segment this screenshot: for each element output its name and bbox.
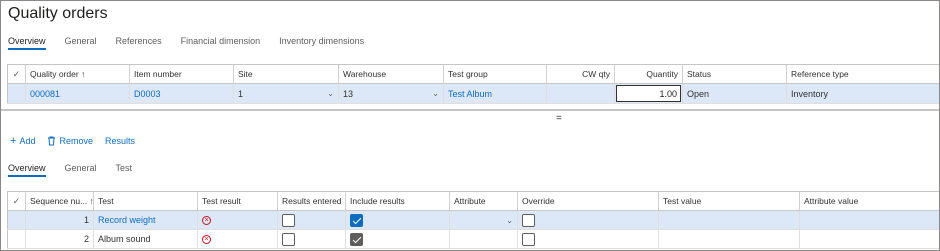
results-entered-checkbox[interactable] [282,213,295,227]
column-attribute-value[interactable]: Attribute value [799,191,939,211]
splitter-handle[interactable]: = [556,113,562,124]
results-entered-cell[interactable] [277,229,346,249]
quantity-cell[interactable] [614,83,683,104]
error-circle-icon: × [202,216,211,226]
test-value-cell[interactable] [658,229,800,249]
column-sequence-number[interactable]: Sequence nu... ↑ [25,191,94,211]
include-results-cell[interactable] [345,210,450,230]
select-all-column[interactable]: ✓ [7,191,26,211]
tab-references[interactable]: References [116,36,162,50]
chevron-down-icon[interactable]: ⌄ [506,216,513,225]
quantity-input[interactable] [616,85,681,102]
top-tabs: Overview General References Financial di… [8,36,383,50]
column-results-entered[interactable]: Results entered [277,191,346,211]
column-test-group[interactable]: Test group [443,64,547,84]
remove-button[interactable]: Remove [47,135,93,147]
column-site[interactable]: Site [233,64,339,84]
column-quality-order[interactable]: Quality order ↑ [25,64,130,84]
column-test[interactable]: Test [93,191,198,211]
select-all-column[interactable]: ✓ [7,64,26,84]
tab-overview[interactable]: Overview [8,36,46,50]
column-warehouse[interactable]: Warehouse [338,64,444,84]
attribute-select[interactable]: ⌄ [449,210,518,230]
line-tabs: Overview General Test [8,163,151,177]
override-cell[interactable] [517,229,659,249]
table-row[interactable]: 000081 D0003 1⌄ 13⌄ Test Album Open Inve… [7,83,939,104]
add-label: Add [19,136,36,146]
trash-icon [48,136,56,146]
tab-line-overview[interactable]: Overview [8,163,46,177]
tab-inventory-dimensions[interactable]: Inventory dimensions [279,36,364,50]
column-cw-qty[interactable]: CW qty [546,64,615,84]
site-value: 1 [238,88,244,99]
quality-orders-grid: ✓ Quality order ↑ Item number Site Wareh… [7,64,939,104]
lines-toolbar: + Add Remove Results [10,135,135,147]
error-circle-icon: × [202,235,211,245]
test-result-cell: × [197,210,278,230]
column-reference-type[interactable]: Reference type [786,64,939,84]
status-cell: Open [682,83,787,104]
site-select[interactable]: 1 ⌄ [233,83,339,104]
column-test-result[interactable]: Test result [197,191,278,211]
column-attribute[interactable]: Attribute [449,191,518,211]
results-entered-cell[interactable] [277,210,346,230]
tab-financial-dimension[interactable]: Financial dimension [181,36,261,50]
chevron-down-icon[interactable]: ⌄ [432,89,439,98]
add-button[interactable]: + Add [10,135,35,147]
test-link[interactable]: Record weight [93,210,198,230]
include-results-checkbox[interactable] [350,213,363,227]
column-status[interactable]: Status [682,64,787,84]
include-results-cell[interactable] [345,229,450,249]
results-button[interactable]: Results [105,135,135,147]
attribute-cell[interactable] [449,229,518,249]
row-selector[interactable] [7,210,26,230]
results-entered-checkbox[interactable] [282,232,295,246]
attribute-value-cell[interactable] [799,229,939,249]
tab-line-test[interactable]: Test [116,163,133,177]
table-row[interactable]: 1 Record weight × ⌄ [7,210,939,230]
include-results-checkbox[interactable] [350,232,363,246]
attribute-value-cell[interactable] [799,210,939,230]
quality-order-link[interactable]: 000081 [25,83,130,104]
column-test-value[interactable]: Test value [658,191,800,211]
warehouse-value: 13 [343,88,354,99]
tab-general[interactable]: General [65,36,97,50]
column-quantity[interactable]: Quantity [614,64,683,84]
column-override[interactable]: Override [517,191,659,211]
override-checkbox[interactable] [522,213,535,227]
quality-orders-window: Quality orders Overview General Referenc… [0,0,940,251]
checkmark-icon: ✓ [12,68,21,79]
column-item-number[interactable]: Item number [129,64,234,84]
checkmark-icon: ✓ [12,195,21,206]
sequence-cell: 1 [25,210,94,230]
override-cell[interactable] [517,210,659,230]
sequence-cell: 2 [25,229,94,249]
warehouse-select[interactable]: 13 ⌄ [338,83,444,104]
chevron-down-icon[interactable]: ⌄ [327,89,334,98]
tab-line-general[interactable]: General [65,163,97,177]
test-result-cell: × [197,229,278,249]
tests-grid: ✓ Sequence nu... ↑ Test Test result Resu… [7,191,939,249]
plus-icon: + [10,135,17,147]
test-group-link[interactable]: Test Album [443,83,547,104]
row-selector[interactable] [7,229,26,249]
test-cell[interactable]: Album sound [93,229,198,249]
remove-label: Remove [59,136,93,146]
page-title: Quality orders [8,5,108,22]
override-checkbox[interactable] [522,232,535,246]
column-include-results[interactable]: Include results [345,191,450,211]
test-value-cell[interactable] [658,210,800,230]
table-row[interactable]: 2 Album sound × [7,229,939,249]
reference-type-cell: Inventory [786,83,939,104]
pane-divider [1,109,939,111]
item-number-link[interactable]: D0003 [129,83,234,104]
row-selector[interactable] [7,83,26,104]
cw-qty-cell[interactable] [546,83,615,104]
